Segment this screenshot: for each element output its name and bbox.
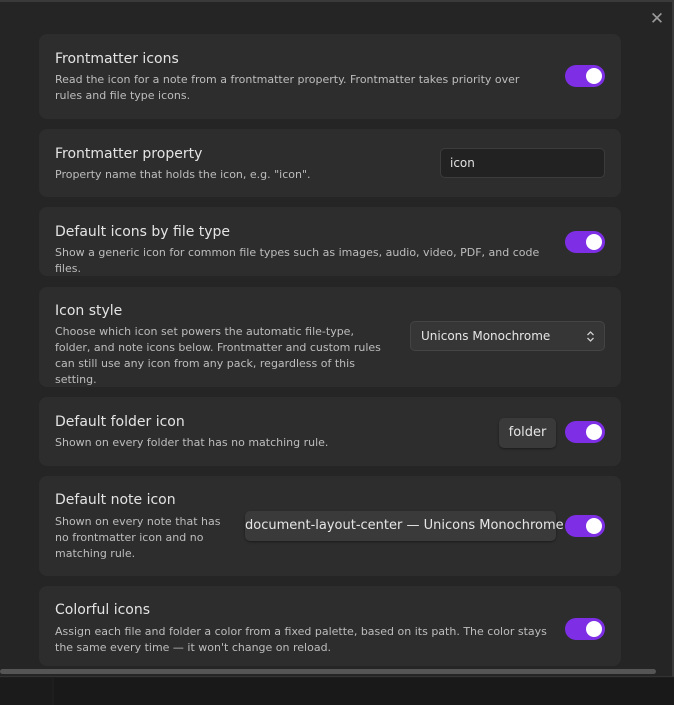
toggle-knob [586, 621, 602, 637]
background-panel-left [0, 678, 52, 705]
toggle-knob [586, 518, 602, 534]
close-icon[interactable]: ✕ [648, 10, 666, 28]
setting-title: Default icons by file type [55, 224, 231, 240]
icon-style-select[interactable]: Unicons Monochrome [410, 321, 605, 351]
default-note-icon-button[interactable]: document-layout-center — Unicons Monochr… [245, 511, 564, 541]
frontmatter-property-input[interactable]: icon [440, 148, 605, 178]
setting-title: Default note icon [55, 492, 176, 508]
setting-description: Choose which icon set powers the automat… [55, 325, 381, 386]
setting-colorful-icons: Colorful icons Assign each file and fold… [39, 586, 621, 666]
toggle-knob [586, 424, 602, 440]
setting-description: Shown on every folder that has no matchi… [55, 436, 329, 449]
setting-title: Default folder icon [55, 414, 185, 430]
file-type-icons-toggle[interactable] [565, 231, 605, 253]
chevron-up-down-icon [587, 331, 594, 342]
settings-modal: ✕ Frontmatter icons Read the icon for a … [0, 0, 674, 677]
setting-description: Property name that holds the icon, e.g. … [55, 168, 311, 181]
setting-title: Frontmatter property [55, 146, 203, 162]
setting-description: Show a generic icon for common file type… [55, 246, 540, 275]
background-panel-right [54, 678, 674, 705]
setting-default-note-icon: Default note icon Shown on every note th… [39, 476, 621, 576]
default-folder-icon-toggle[interactable] [565, 421, 605, 443]
horizontal-scrollbar[interactable] [0, 669, 656, 674]
toggle-knob [586, 234, 602, 250]
setting-frontmatter-property: Frontmatter property Property name that … [39, 129, 621, 197]
setting-frontmatter-icons: Frontmatter icons Read the icon for a no… [39, 34, 621, 119]
default-folder-icon-button[interactable]: folder [499, 418, 556, 448]
colorful-icons-toggle[interactable] [565, 618, 605, 640]
select-value: Unicons Monochrome [421, 329, 551, 343]
toggle-knob [586, 68, 602, 84]
setting-title: Frontmatter icons [55, 51, 179, 67]
setting-icon-style: Icon style Choose which icon set powers … [39, 287, 621, 387]
setting-default-icons-by-file-type: Default icons by file type Show a generi… [39, 207, 621, 276]
setting-description: Assign each file and folder a color from… [55, 625, 547, 654]
frontmatter-icons-toggle[interactable] [565, 65, 605, 87]
setting-default-folder-icon: Default folder icon Shown on every folde… [39, 397, 621, 466]
setting-title: Colorful icons [55, 602, 151, 618]
setting-title: Icon style [55, 303, 123, 319]
setting-description: Shown on every note that has no frontmat… [55, 515, 221, 560]
setting-description: Read the icon for a note from a frontmat… [55, 73, 520, 102]
default-note-icon-toggle[interactable] [565, 515, 605, 537]
